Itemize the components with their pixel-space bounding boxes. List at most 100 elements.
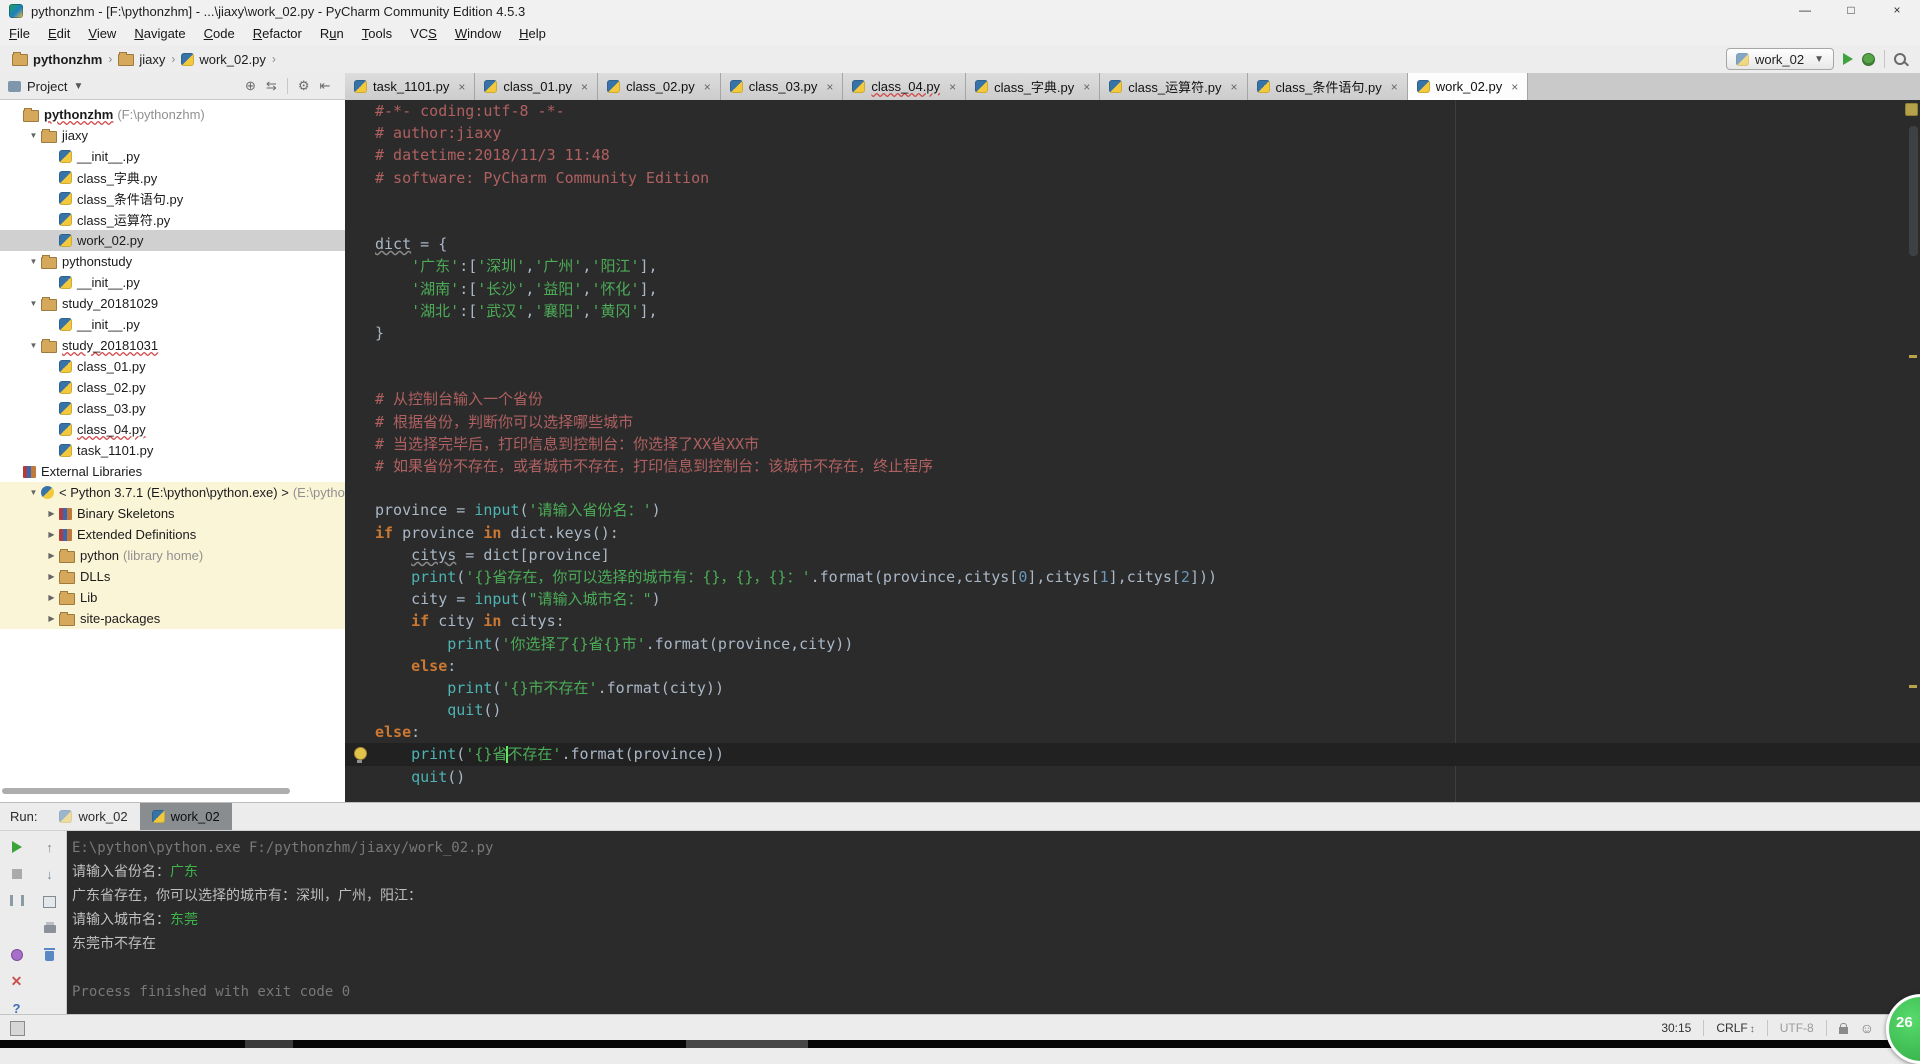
- tree-row[interactable]: __init__.py: [0, 272, 345, 293]
- expanded-arrow-icon[interactable]: ▼: [26, 299, 41, 308]
- editor-tab[interactable]: class_03.py ×: [720, 73, 844, 100]
- editor-tab[interactable]: class_01.py ×: [475, 73, 599, 100]
- tree-row[interactable]: External Libraries: [0, 461, 345, 482]
- editor-tab[interactable]: class_02.py ×: [598, 73, 721, 100]
- collapsed-arrow-icon[interactable]: ▶: [44, 593, 59, 602]
- tree-row[interactable]: ▶ DLLs: [0, 566, 345, 587]
- editor-tab[interactable]: class_字典.py ×: [966, 73, 1101, 100]
- editor-tab[interactable]: class_04.py ×: [843, 73, 967, 100]
- run-button[interactable]: [1843, 53, 1853, 65]
- collapsed-arrow-icon[interactable]: ▶: [44, 530, 59, 539]
- editor-tab[interactable]: task_1101.py ×: [345, 73, 476, 100]
- settings-icon[interactable]: ⚙: [298, 78, 310, 94]
- readonly-lock-icon[interactable]: [1838, 1022, 1848, 1034]
- search-everywhere-icon[interactable]: [1894, 53, 1906, 65]
- menu-item-run[interactable]: Run: [311, 26, 353, 41]
- close-tab-icon[interactable]: ×: [704, 80, 711, 94]
- run-configuration-select[interactable]: work_02 ▼: [1725, 48, 1834, 70]
- menu-item-view[interactable]: View: [79, 26, 125, 41]
- maximize-button[interactable]: □: [1828, 0, 1874, 22]
- collapsed-arrow-icon[interactable]: ▶: [44, 572, 59, 581]
- inspections-hector-icon[interactable]: ☺: [1860, 1020, 1874, 1036]
- editor-tab[interactable]: class_运算符.py ×: [1100, 73, 1248, 100]
- editor-tab[interactable]: class_条件语句.py ×: [1247, 73, 1408, 100]
- down-stack-trace-icon[interactable]: ↓: [46, 867, 53, 882]
- up-stack-trace-icon[interactable]: ↑: [46, 840, 53, 855]
- intention-bulb-icon[interactable]: [354, 747, 367, 764]
- hide-panel-icon[interactable]: ⇤: [319, 78, 330, 94]
- inspection-status-icon[interactable]: [1905, 103, 1918, 116]
- menu-item-file[interactable]: File: [0, 26, 39, 41]
- tree-row[interactable]: __init__.py: [0, 314, 345, 335]
- menu-item-navigate[interactable]: Navigate: [125, 26, 194, 41]
- expanded-arrow-icon[interactable]: ▼: [26, 341, 41, 350]
- pause-button[interactable]: [9, 895, 24, 908]
- breadcrumb-item[interactable]: jiaxy: [118, 52, 165, 67]
- horizontal-scrollbar[interactable]: [2, 788, 290, 794]
- tree-row[interactable]: ▼ < Python 3.7.1 (E:\python\python.exe) >…: [0, 482, 345, 503]
- code-editor[interactable]: #-*- coding:utf-8 -*- # author:jiaxy # dat…: [345, 100, 1920, 802]
- close-tab-icon[interactable]: ×: [1231, 80, 1238, 94]
- line-ending-selector[interactable]: CRLF ↕: [1716, 1021, 1754, 1035]
- close-tab-icon[interactable]: ×: [581, 80, 588, 94]
- tree-row[interactable]: task_1101.py: [0, 440, 345, 461]
- warning-mark[interactable]: [1909, 355, 1917, 358]
- close-panel-button[interactable]: ✕: [11, 973, 23, 989]
- collapsed-arrow-icon[interactable]: ▶: [44, 551, 59, 560]
- tree-row[interactable]: class_字典.py: [0, 167, 345, 188]
- tree-row[interactable]: ▼ study_20181031: [0, 335, 345, 356]
- console-tab[interactable]: work_02: [139, 803, 232, 830]
- tree-row[interactable]: class_运算符.py: [0, 209, 345, 230]
- tree-row[interactable]: __init__.py: [0, 146, 345, 167]
- run-console-output[interactable]: E:\python\python.exe F:/pythonzhm/jiaxy/…: [67, 831, 1920, 1015]
- collapsed-arrow-icon[interactable]: ▶: [44, 614, 59, 623]
- close-tab-icon[interactable]: ×: [1391, 80, 1398, 94]
- menu-item-edit[interactable]: Edit: [39, 26, 79, 41]
- file-encoding[interactable]: UTF-8: [1780, 1021, 1814, 1035]
- tree-row[interactable]: ▶ Lib: [0, 587, 345, 608]
- tree-row[interactable]: ▶ site-packages: [0, 608, 345, 629]
- warning-mark[interactable]: [1909, 685, 1917, 688]
- menu-item-refactor[interactable]: Refactor: [244, 26, 311, 41]
- menu-item-window[interactable]: Window: [446, 26, 510, 41]
- rerun-button[interactable]: [11, 841, 22, 854]
- menu-item-tools[interactable]: Tools: [353, 26, 401, 41]
- tree-row[interactable]: class_01.py: [0, 356, 345, 377]
- tree-row[interactable]: ▼ jiaxy: [0, 125, 345, 146]
- close-tab-icon[interactable]: ×: [826, 80, 833, 94]
- scroll-from-source-icon[interactable]: ⊕: [245, 78, 256, 94]
- close-tab-icon[interactable]: ×: [1511, 80, 1518, 94]
- menu-item-help[interactable]: Help: [510, 26, 555, 41]
- editor-tab[interactable]: work_02.py ×: [1407, 73, 1529, 100]
- tree-row[interactable]: class_条件语句.py: [0, 188, 345, 209]
- expanded-arrow-icon[interactable]: ▼: [26, 257, 41, 266]
- minimize-button[interactable]: —: [1782, 0, 1828, 22]
- tree-row[interactable]: ▶ Extended Definitions: [0, 524, 345, 545]
- print-icon[interactable]: [43, 921, 56, 935]
- breadcrumb-item[interactable]: work_02.py: [181, 52, 266, 67]
- tree-row[interactable]: pythonzhm (F:\pythonzhm): [0, 104, 345, 125]
- tree-row[interactable]: ▼ pythonstudy: [0, 251, 345, 272]
- tree-row[interactable]: ▶ python (library home): [0, 545, 345, 566]
- stop-button[interactable]: [11, 868, 22, 881]
- tree-row[interactable]: class_02.py: [0, 377, 345, 398]
- tree-row[interactable]: ▶ Binary Skeletons: [0, 503, 345, 524]
- breadcrumb-item[interactable]: pythonzhm: [12, 52, 102, 67]
- clear-console-icon[interactable]: [44, 947, 55, 962]
- expanded-arrow-icon[interactable]: ▼: [26, 488, 41, 497]
- tree-row[interactable]: work_02.py: [0, 230, 345, 251]
- close-tab-icon[interactable]: ×: [1083, 80, 1090, 94]
- tree-row[interactable]: ▼ study_20181029: [0, 293, 345, 314]
- collapsed-arrow-icon[interactable]: ▶: [44, 509, 59, 518]
- restore-layout-icon[interactable]: [43, 895, 56, 908]
- tree-row[interactable]: class_03.py: [0, 398, 345, 419]
- close-tab-icon[interactable]: ×: [458, 80, 465, 94]
- caret-position[interactable]: 30:15: [1661, 1021, 1691, 1035]
- menu-item-code[interactable]: Code: [195, 26, 244, 41]
- vertical-scrollbar[interactable]: [1909, 126, 1918, 256]
- close-button[interactable]: ×: [1874, 0, 1920, 22]
- debug-button[interactable]: [1862, 52, 1875, 66]
- toolwindow-toggle-icon[interactable]: [10, 1021, 25, 1036]
- expanded-arrow-icon[interactable]: ▼: [26, 131, 41, 140]
- chevron-down-icon[interactable]: ▼: [73, 81, 83, 92]
